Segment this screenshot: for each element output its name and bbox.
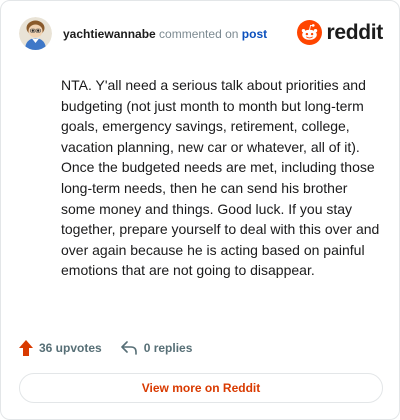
- user-avatar-icon[interactable]: [19, 17, 52, 50]
- reply-button[interactable]: 0 replies: [120, 340, 193, 356]
- comment-body: NTA. Y'all need a serious talk about pri…: [61, 77, 380, 279]
- comment-header: yachtiewannabe commented on post reddit: [19, 17, 383, 51]
- reply-count: 0 replies: [143, 341, 193, 355]
- view-more-button[interactable]: View more on Reddit: [19, 373, 383, 403]
- upvote-count: 36 upvotes: [39, 341, 102, 355]
- reply-arrow-icon: [120, 341, 137, 355]
- comment-actions: 36 upvotes 0 replies: [19, 338, 192, 358]
- reddit-brand[interactable]: reddit: [297, 19, 383, 45]
- upvote-button[interactable]: 36 upvotes: [19, 340, 102, 356]
- post-link[interactable]: post: [242, 27, 267, 41]
- reddit-logo-icon: [297, 19, 323, 45]
- comment-byline: yachtiewannabe commented on post: [63, 27, 267, 41]
- username-link[interactable]: yachtiewannabe: [63, 27, 156, 41]
- upvote-arrow-icon: [19, 340, 33, 356]
- brand-wordmark: reddit: [326, 20, 383, 44]
- commented-on-label: commented on: [159, 27, 239, 41]
- comment-embed-card: yachtiewannabe commented on post reddit …: [0, 0, 400, 420]
